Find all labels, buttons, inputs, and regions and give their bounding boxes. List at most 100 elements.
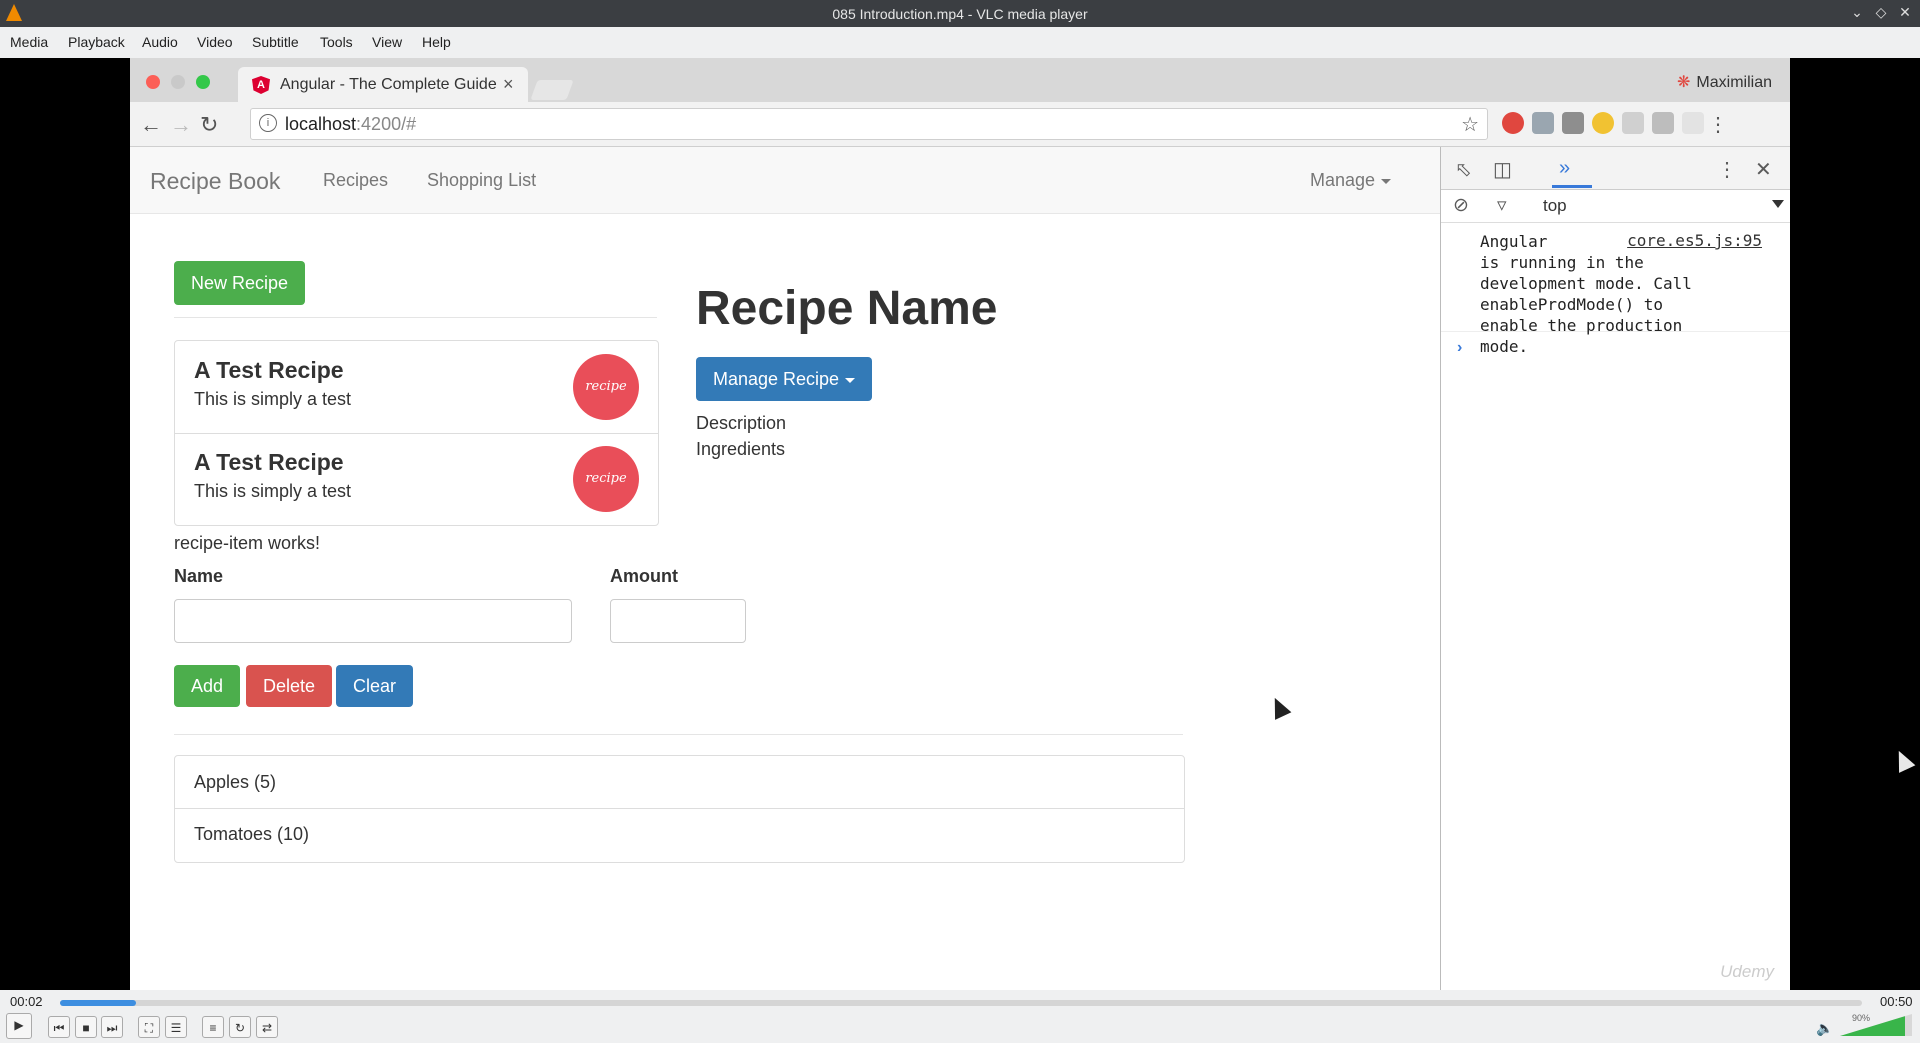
window-title: 085 Introduction.mp4 - VLC media player	[832, 6, 1088, 22]
device-toolbar-icon: ◫	[1493, 159, 1512, 181]
active-tab-indicator	[1552, 185, 1592, 188]
mac-zoom-icon	[196, 75, 210, 89]
video-frame: A Angular - The Complete Guide × ❋ Maximi…	[130, 58, 1790, 990]
menu-subtitle[interactable]: Subtitle	[252, 34, 299, 50]
triangle-down-icon	[1772, 200, 1784, 208]
extension-grid-icon	[1622, 112, 1644, 134]
vlc-menubar: Media Playback Audio Video Subtitle Tool…	[0, 27, 1920, 58]
mac-minimize-icon	[171, 75, 185, 89]
forward-icon: →	[170, 112, 192, 137]
ingredient-text: Apples (5)	[194, 772, 277, 792]
play-button[interactable]: ▶	[6, 1013, 32, 1039]
app-brand: Recipe Book	[150, 168, 281, 194]
bookmark-star-icon: ☆	[1461, 114, 1479, 136]
extension-cast-icon	[1682, 112, 1704, 134]
console-prompt-icon: ›	[1457, 339, 1463, 356]
extension-vue-icon	[1652, 112, 1674, 134]
menu-video[interactable]: Video	[197, 34, 233, 50]
stop-button[interactable]: ■	[75, 1016, 97, 1038]
url-text: localhost:4200/#	[285, 114, 416, 135]
recipe-image: recipe	[573, 446, 639, 512]
maximize-icon[interactable]: ◇	[1872, 4, 1890, 21]
back-icon: ←	[140, 112, 162, 137]
udemy-watermark: Udemy	[1720, 962, 1774, 981]
recipe-detail-title: Recipe Name	[696, 282, 998, 335]
menu-media[interactable]: Media	[10, 34, 48, 50]
divider	[174, 734, 1183, 735]
ingredient-text: Tomatoes (10)	[194, 824, 310, 844]
tab-close-icon: ×	[503, 74, 514, 94]
browser-menu-icon: ⋮	[1708, 114, 1728, 136]
url-host: localhost	[285, 114, 357, 134]
menu-view[interactable]: View	[372, 34, 402, 50]
clear-console-icon: ⊘	[1453, 195, 1469, 216]
new-tab-icon	[530, 80, 574, 100]
menu-playback[interactable]: Playback	[68, 34, 125, 50]
seek-progress	[60, 1000, 136, 1006]
menu-tools[interactable]: Tools	[320, 34, 353, 50]
seek-bar[interactable]	[60, 1000, 1862, 1006]
caret-down-icon	[1381, 178, 1392, 184]
playlist-button[interactable]: ≡	[202, 1016, 224, 1038]
volume-slider[interactable]	[1840, 1014, 1912, 1036]
angular-icon: A	[252, 76, 270, 94]
page-viewport: Recipe Book Recipes Shopping List Manage…	[130, 147, 1441, 990]
browser-tab: A Angular - The Complete Guide ×	[238, 67, 528, 102]
profile-icon: ❋	[1677, 74, 1691, 91]
inspect-element-icon: ⬁	[1455, 159, 1472, 181]
vlc-controls: 00:02 00:50 ▶ ⏮ ■ ⏭ ⛶ ☰ ≡ ↻ ⇄ 🔈 90%	[0, 990, 1920, 1043]
close-window-icon[interactable]: ✕	[1896, 4, 1914, 21]
menu-help[interactable]: Help	[422, 34, 451, 50]
recipe-item: A Test Recipe This is simply a test reci…	[175, 433, 658, 525]
recipe-description: This is simply a test	[194, 389, 352, 409]
extension-moon-icon	[1592, 112, 1614, 134]
recipe-image: recipe	[573, 354, 639, 420]
browser-toolbar: ← → ↻ i localhost:4200/# ☆ ⋮	[130, 102, 1790, 147]
fullscreen-button[interactable]: ⛶	[138, 1016, 160, 1038]
url-path: :4200/#	[356, 114, 417, 134]
recipe-name: A Test Recipe	[194, 449, 344, 475]
recipe-description: This is simply a test	[194, 481, 352, 501]
delete-button: Delete	[246, 665, 332, 707]
volume-icon[interactable]: 🔈	[1816, 1020, 1833, 1037]
recipe-item-works-text: recipe-item works!	[174, 533, 321, 553]
profile: ❋ Maximilian	[1677, 72, 1772, 92]
caret-down-icon	[845, 377, 856, 383]
shopping-list: Apples (5) Tomatoes (10)	[174, 755, 1185, 863]
console-source-link: core.es5.js:95	[1627, 231, 1762, 250]
name-label: Name	[174, 566, 224, 586]
minimize-icon[interactable]: ⌄	[1848, 4, 1866, 21]
more-tabs-icon: »	[1559, 157, 1571, 179]
reload-icon: ↻	[200, 112, 219, 137]
divider	[174, 317, 657, 318]
console-filter-bar: ⊘ ▿ top	[1441, 190, 1790, 223]
manage-recipe-label: Manage Recipe	[712, 369, 840, 389]
filter-icon: ▿	[1497, 195, 1507, 216]
context-selector: top	[1543, 196, 1567, 215]
loop-button[interactable]: ↻	[229, 1016, 251, 1038]
shuffle-button[interactable]: ⇄	[256, 1016, 278, 1038]
previous-button[interactable]: ⏮	[48, 1016, 70, 1038]
name-input	[174, 599, 572, 643]
recipe-ingredients-label: Ingredients	[696, 439, 786, 459]
nav-shopping-list: Shopping List	[427, 170, 537, 190]
vlc-titlebar: 085 Introduction.mp4 - VLC media player …	[0, 0, 1920, 27]
recipe-list: A Test Recipe This is simply a test reci…	[174, 340, 659, 526]
nav-manage-dropdown: Manage	[1310, 170, 1392, 191]
devtools-close-icon: ✕	[1755, 159, 1772, 181]
clear-button: Clear	[336, 665, 413, 707]
console-message: Angular is running in the development mo…	[1441, 223, 1790, 356]
list-item: Apples (5)	[175, 756, 1184, 809]
mouse-cursor-icon	[1266, 694, 1292, 720]
browser-tabstrip: A Angular - The Complete Guide × ❋ Maximi…	[130, 58, 1790, 102]
extension-eyedropper-icon	[1532, 112, 1554, 134]
recipe-name: A Test Recipe	[194, 357, 344, 383]
extended-settings-button[interactable]: ☰	[165, 1016, 187, 1038]
time-total: 00:50	[1880, 994, 1913, 1009]
app-navbar: Recipe Book Recipes Shopping List Manage	[130, 147, 1440, 214]
volume-percent: 90%	[1852, 1013, 1871, 1023]
recipe-description-label: Description	[696, 413, 787, 433]
next-button[interactable]: ⏭	[101, 1016, 123, 1038]
add-button: Add	[174, 665, 240, 707]
menu-audio[interactable]: Audio	[142, 34, 178, 50]
